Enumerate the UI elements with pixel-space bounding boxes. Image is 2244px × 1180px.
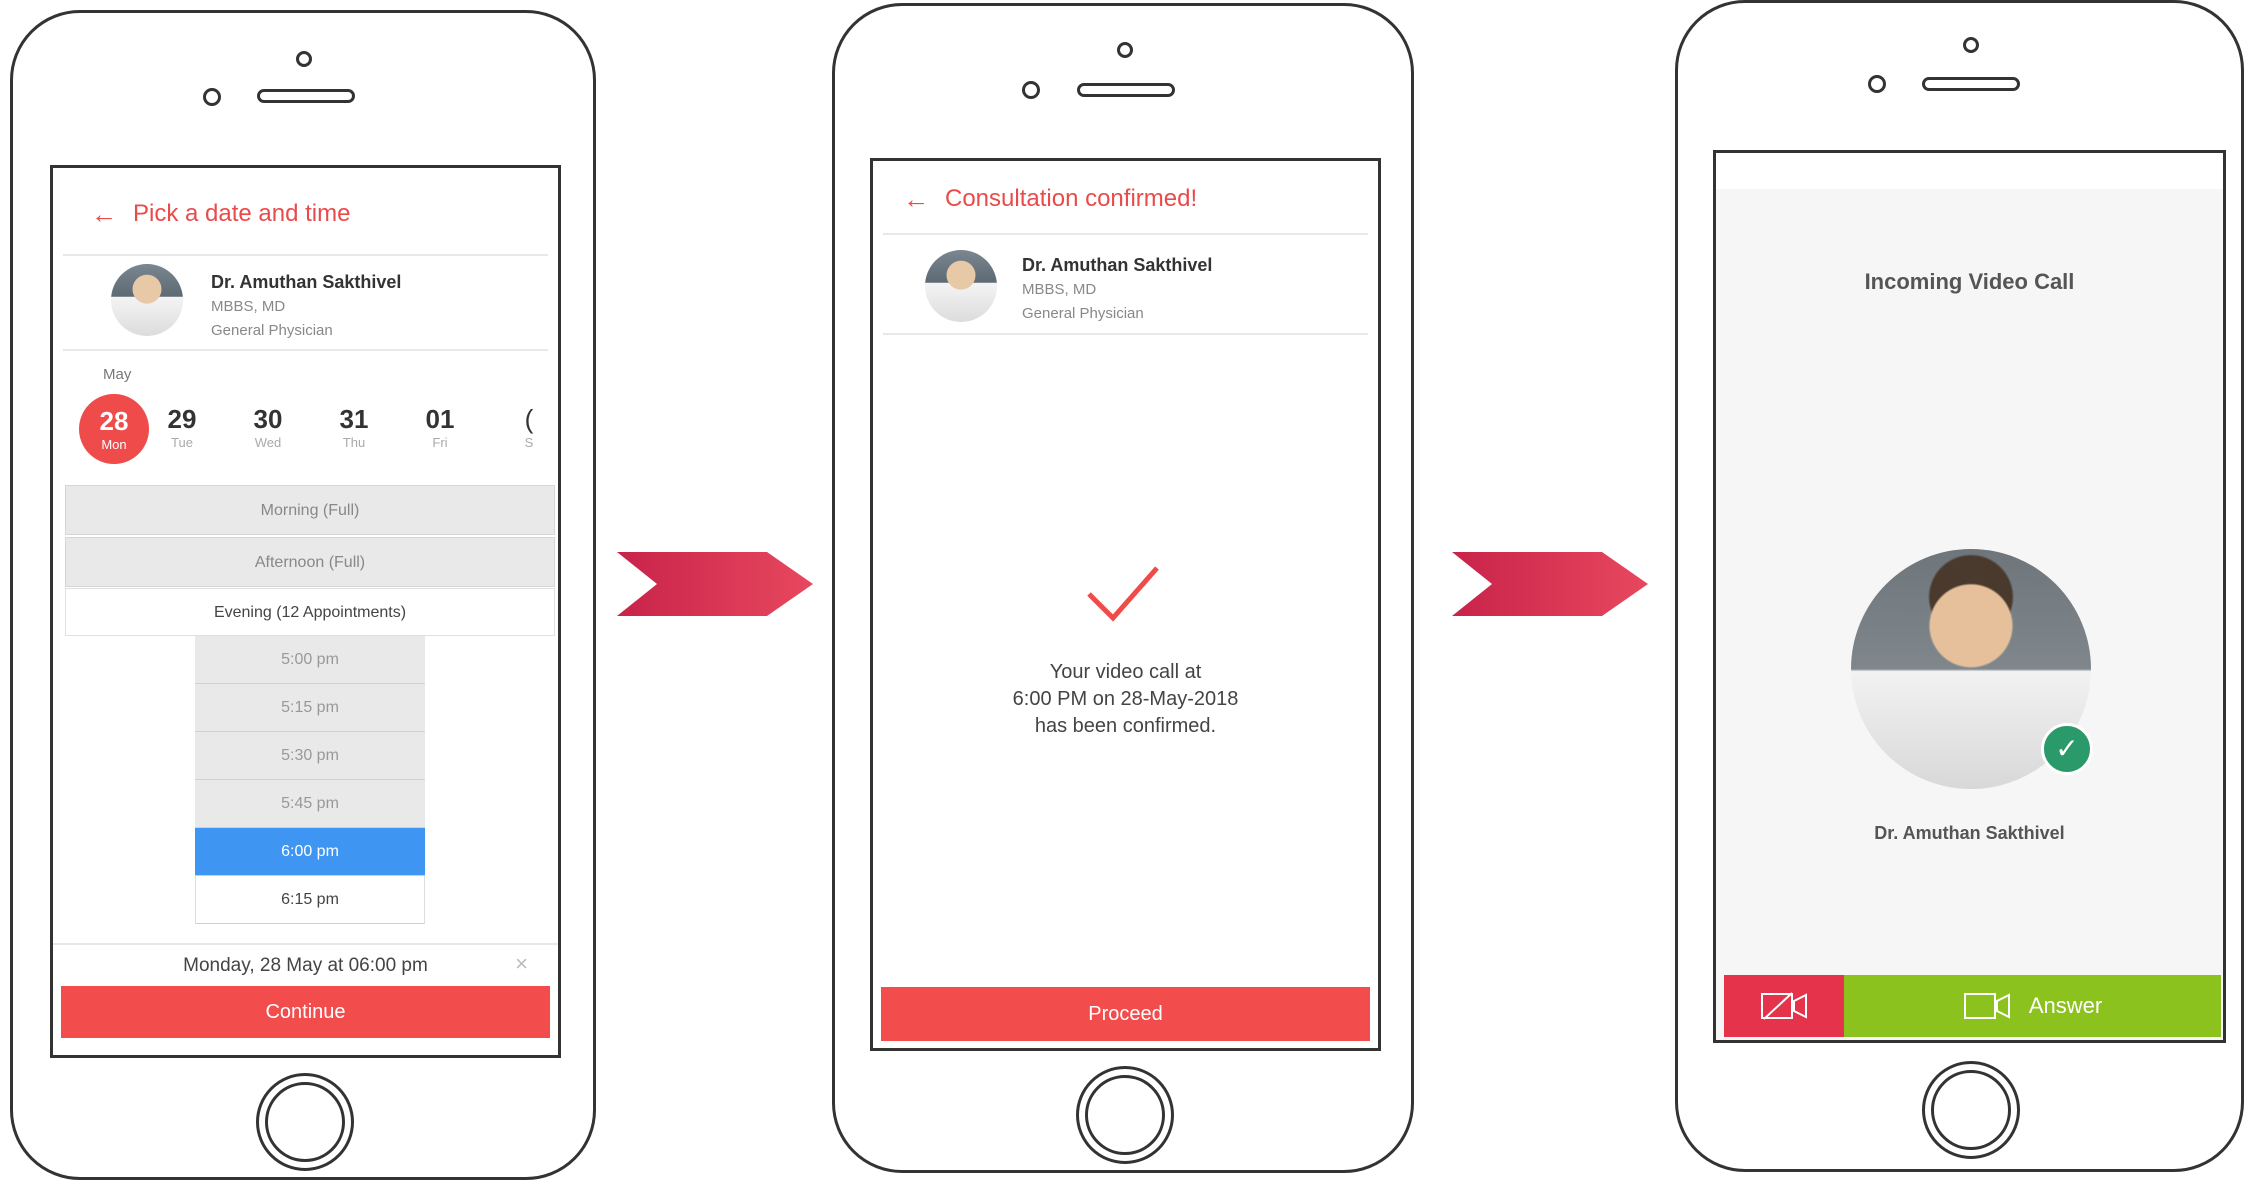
chevron-right-icon xyxy=(617,552,813,616)
confirmation-message: Your video call at 6:00 PM on 28-May-201… xyxy=(1012,661,1239,737)
checkmark-icon xyxy=(1087,566,1159,622)
doctor-specialty: General Physician xyxy=(1022,305,1144,322)
selection-summary: Monday, 28 May at 06:00 pm xyxy=(183,955,428,976)
month-label: May xyxy=(103,366,132,383)
divider xyxy=(883,333,1368,335)
continue-button[interactable]: Continue xyxy=(61,986,550,1038)
page-title: Pick a date and time xyxy=(133,200,351,227)
phone-2: ← Consultation confirmed! Dr. Amuthan Sa… xyxy=(832,3,1414,1173)
video-off-icon xyxy=(1761,992,1807,1020)
camera-icon xyxy=(1868,75,1886,93)
answer-label: Answer xyxy=(2028,993,2103,1018)
avatar xyxy=(925,250,997,322)
speaker-icon xyxy=(257,89,355,103)
caller-name: Dr. Amuthan Sakthivel xyxy=(1874,823,2065,843)
session-afternoon[interactable]: Afternoon (Full) xyxy=(65,537,555,587)
home-button[interactable] xyxy=(1076,1066,1174,1164)
camera-icon xyxy=(203,88,221,106)
divider xyxy=(63,349,548,351)
front-sensor-icon xyxy=(296,51,312,67)
doctor-degree: MBBS, MD xyxy=(1022,281,1097,298)
page-title: Incoming Video Call xyxy=(1864,269,2075,294)
doctor-specialty: General Physician xyxy=(211,322,333,339)
speaker-icon xyxy=(1077,83,1175,97)
home-button[interactable] xyxy=(1922,1061,2020,1159)
header: ← Pick a date and time xyxy=(91,194,558,234)
time-slot[interactable]: 5:00 pm xyxy=(195,636,425,684)
divider xyxy=(53,943,558,945)
session-morning[interactable]: Morning (Full) xyxy=(65,485,555,535)
chevron-right-icon xyxy=(1452,552,1648,616)
screen-pick-date: ← Pick a date and time Dr. Amuthan Sakth… xyxy=(50,165,561,1058)
back-arrow-icon[interactable]: ← xyxy=(91,199,117,230)
time-slot[interactable]: 5:15 pm xyxy=(195,684,425,732)
date-item[interactable]: 28 Mon xyxy=(79,394,149,464)
doctor-degree: MBBS, MD xyxy=(211,298,286,315)
doctor-name: Dr. Amuthan Sakthivel xyxy=(211,272,402,292)
back-arrow-icon[interactable]: ← xyxy=(903,184,929,215)
screen-incoming-call: Incoming Video Call ✓ Dr. Amuthan Sakthi… xyxy=(1713,150,2226,1043)
decline-button[interactable] xyxy=(1724,975,1844,1037)
camera-icon xyxy=(1022,81,1040,99)
proceed-button[interactable]: Proceed xyxy=(881,987,1370,1041)
answer-button[interactable]: Answer xyxy=(1844,975,2221,1037)
time-slot-selected[interactable]: 6:00 pm xyxy=(195,828,425,876)
date-item[interactable]: 01 Fri xyxy=(410,404,470,450)
time-slot[interactable]: 5:30 pm xyxy=(195,732,425,780)
date-item[interactable]: 29 Tue xyxy=(152,404,212,450)
date-item[interactable]: ( S xyxy=(509,404,549,450)
video-camera-icon xyxy=(1963,993,2010,1019)
home-button[interactable] xyxy=(256,1073,354,1171)
time-slot[interactable]: 6:15 pm xyxy=(195,876,425,924)
avatar xyxy=(111,264,183,336)
clear-icon[interactable]: × xyxy=(515,951,528,977)
time-slot[interactable]: 5:45 pm xyxy=(195,780,425,828)
verified-badge-icon: ✓ xyxy=(2041,723,2093,775)
divider xyxy=(63,254,548,256)
header: ← Consultation confirmed! xyxy=(903,179,1378,219)
date-item[interactable]: 30 Wed xyxy=(238,404,298,450)
phone-1: ← Pick a date and time Dr. Amuthan Sakth… xyxy=(10,10,596,1180)
front-sensor-icon xyxy=(1963,37,1979,53)
doctor-name: Dr. Amuthan Sakthivel xyxy=(1022,255,1213,275)
front-sensor-icon xyxy=(1117,42,1133,58)
page-title: Consultation confirmed! xyxy=(945,185,1198,212)
phone-3: Incoming Video Call ✓ Dr. Amuthan Sakthi… xyxy=(1675,0,2244,1172)
divider xyxy=(883,233,1368,235)
speaker-icon xyxy=(1922,77,2020,91)
status-bar xyxy=(1716,153,2223,189)
screen-confirmed: ← Consultation confirmed! Dr. Amuthan Sa… xyxy=(870,158,1381,1051)
session-evening[interactable]: Evening (12 Appointments) xyxy=(65,588,555,636)
date-item[interactable]: 31 Thu xyxy=(324,404,384,450)
